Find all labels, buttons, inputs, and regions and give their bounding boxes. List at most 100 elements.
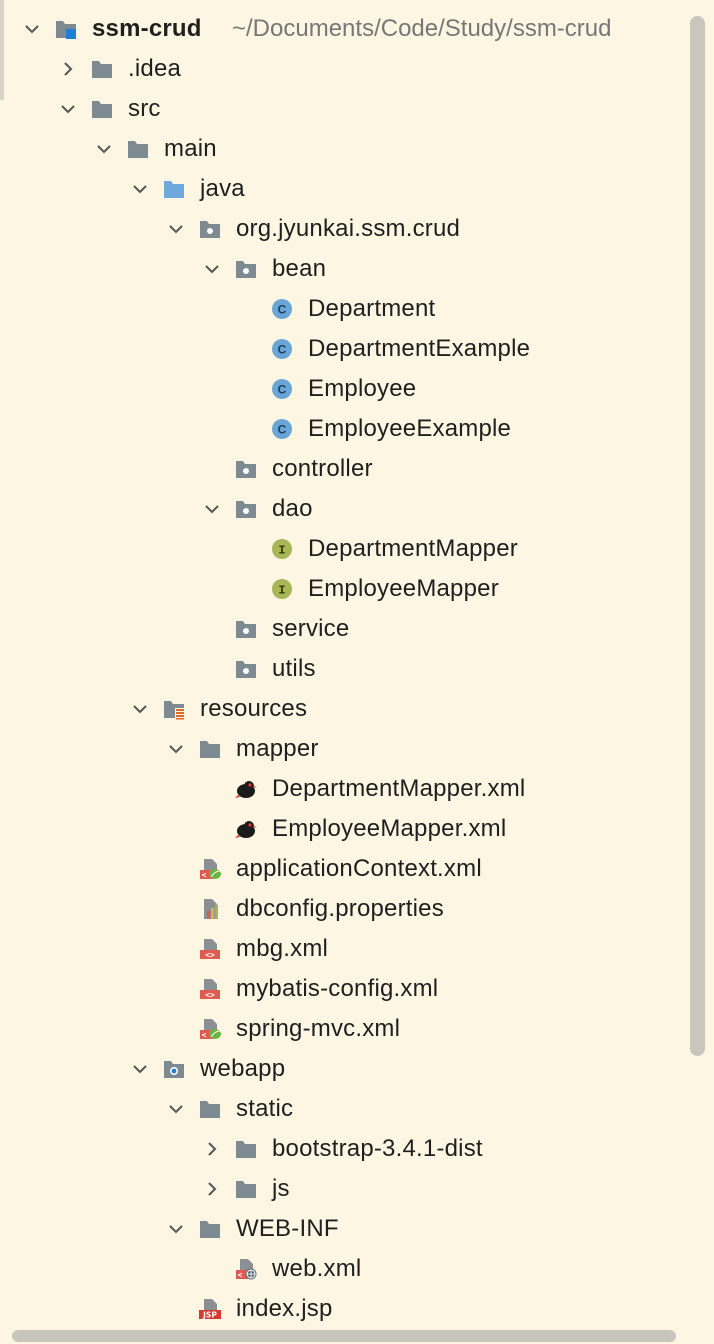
svg-text:<: <	[202, 1031, 207, 1040]
chevron-down-icon[interactable]	[24, 21, 40, 37]
svg-text:JSP: JSP	[202, 1311, 217, 1320]
tree-item-folder[interactable]: .idea	[0, 49, 690, 89]
chevron-down-icon[interactable]	[132, 181, 148, 197]
tree-item-label: Department	[308, 295, 436, 322]
chevron-down-icon[interactable]	[168, 1221, 184, 1237]
tree-item-file[interactable]: <> mybatis-config.xml	[0, 969, 690, 1009]
package-icon	[235, 258, 257, 280]
svg-text:I: I	[278, 584, 285, 598]
tree-item-folder[interactable]: WEB-INF	[0, 1209, 690, 1249]
tree-item-file[interactable]: < web.xml	[0, 1249, 690, 1289]
tree-item-folder[interactable]: webapp	[0, 1049, 690, 1089]
package-icon	[199, 218, 221, 240]
tree-item-file[interactable]: C Employee	[0, 369, 690, 409]
tree-item-label: org.jyunkai.ssm.crud	[236, 215, 461, 242]
tree-item-label: service	[272, 615, 350, 642]
tree-item-file[interactable]: service	[0, 609, 690, 649]
source-folder-icon	[163, 178, 185, 200]
horizontal-scrollbar[interactable]	[12, 1330, 676, 1342]
folder-icon	[127, 138, 149, 160]
tree-item-label: static	[236, 1095, 294, 1122]
tree-item-label: applicationContext.xml	[236, 855, 482, 882]
chevron-down-icon[interactable]	[132, 701, 148, 717]
web-xml-icon: <	[235, 1258, 257, 1280]
tree-item-folder[interactable]: src	[0, 89, 690, 129]
chevron-down-icon[interactable]	[168, 221, 184, 237]
xml-icon: <>	[199, 938, 221, 960]
tree-item-folder[interactable]: java	[0, 169, 690, 209]
tree-item-label: java	[200, 175, 245, 202]
tree-item-label: DepartmentMapper.xml	[272, 775, 526, 802]
tree-item-label: EmployeeMapper	[308, 575, 499, 602]
chevron-down-icon[interactable]	[168, 741, 184, 757]
tree-item-folder[interactable]: ssm-crud ~/Documents/Code/Study/ssm-crud	[0, 9, 690, 49]
folder-icon	[91, 98, 113, 120]
tree-item-label: mbg.xml	[236, 935, 329, 962]
tree-item-folder[interactable]: resources	[0, 689, 690, 729]
project-path: ~/Documents/Code/Study/ssm-crud	[232, 15, 612, 42]
tree-item-folder[interactable]: org.jyunkai.ssm.crud	[0, 209, 690, 249]
folder-icon	[199, 1098, 221, 1120]
chevron-down-icon[interactable]	[96, 141, 112, 157]
tree-item-file[interactable]: C Department	[0, 289, 690, 329]
tree-item-label: bean	[272, 255, 327, 282]
chevron-right-icon[interactable]	[60, 61, 76, 77]
svg-text:C: C	[278, 343, 287, 357]
tree-item-folder[interactable]: bean	[0, 249, 690, 289]
tree-item-folder[interactable]: mapper	[0, 729, 690, 769]
spring-xml-icon: <	[199, 858, 221, 880]
tree-item-file[interactable]: C DepartmentExample	[0, 329, 690, 369]
folder-icon	[199, 738, 221, 760]
tree-item-label: Employee	[308, 375, 417, 402]
tree-item-label: spring-mvc.xml	[236, 1015, 401, 1042]
tree-item-label: dao	[272, 495, 313, 522]
svg-text:I: I	[278, 544, 285, 558]
tree-item-file[interactable]: < spring-mvc.xml	[0, 1009, 690, 1049]
tree-item-label: dbconfig.properties	[236, 895, 444, 922]
tree-item-folder[interactable]: main	[0, 129, 690, 169]
tree-item-file[interactable]: I DepartmentMapper	[0, 529, 690, 569]
tree-item-folder[interactable]: static	[0, 1089, 690, 1129]
tree-item-label: mybatis-config.xml	[236, 975, 439, 1002]
properties-icon	[199, 898, 221, 920]
tree-item-file[interactable]: JSP index.jsp	[0, 1289, 690, 1329]
tree-item-folder[interactable]: dao	[0, 489, 690, 529]
svg-text:<>: <>	[205, 951, 215, 960]
tree-item-file[interactable]: <> mbg.xml	[0, 929, 690, 969]
tree-item-file[interactable]: < applicationContext.xml	[0, 849, 690, 889]
tree-item-file[interactable]: EmployeeMapper.xml	[0, 809, 690, 849]
chevron-down-icon[interactable]	[204, 501, 220, 517]
tree-item-folder[interactable]: bootstrap-3.4.1-dist	[0, 1129, 690, 1169]
tree-item-file[interactable]: controller	[0, 449, 690, 489]
tree-item-file[interactable]: DepartmentMapper.xml	[0, 769, 690, 809]
package-icon	[235, 658, 257, 680]
chevron-right-icon[interactable]	[204, 1141, 220, 1157]
tree-item-label: WEB-INF	[236, 1215, 339, 1242]
tree-item-file[interactable]: dbconfig.properties	[0, 889, 690, 929]
svg-text:C: C	[278, 303, 287, 317]
tree-item-file[interactable]: I EmployeeMapper	[0, 569, 690, 609]
interface-icon: I	[271, 578, 293, 600]
mybatis-bird-icon	[235, 778, 257, 800]
chevron-down-icon[interactable]	[204, 261, 220, 277]
package-icon	[235, 618, 257, 640]
package-icon	[235, 498, 257, 520]
tree-item-file[interactable]: utils	[0, 649, 690, 689]
tree-item-label: EmployeeMapper.xml	[272, 815, 507, 842]
tree-item-label: js	[272, 1175, 290, 1202]
tree-item-file[interactable]: C EmployeeExample	[0, 409, 690, 449]
chevron-down-icon[interactable]	[60, 101, 76, 117]
svg-text:<: <	[202, 871, 207, 880]
vertical-scrollbar[interactable]	[690, 16, 705, 1056]
tree-item-folder[interactable]: js	[0, 1169, 690, 1209]
chevron-right-icon[interactable]	[204, 1181, 220, 1197]
xml-icon: <>	[199, 978, 221, 1000]
jsp-icon: JSP	[199, 1298, 221, 1320]
tool-window-edge	[0, 0, 4, 100]
chevron-down-icon[interactable]	[168, 1101, 184, 1117]
mybatis-bird-icon	[235, 818, 257, 840]
tree-item-label: EmployeeExample	[308, 415, 512, 442]
chevron-down-icon[interactable]	[132, 1061, 148, 1077]
tree-item-label: src	[128, 95, 161, 122]
project-folder-icon	[55, 18, 77, 40]
